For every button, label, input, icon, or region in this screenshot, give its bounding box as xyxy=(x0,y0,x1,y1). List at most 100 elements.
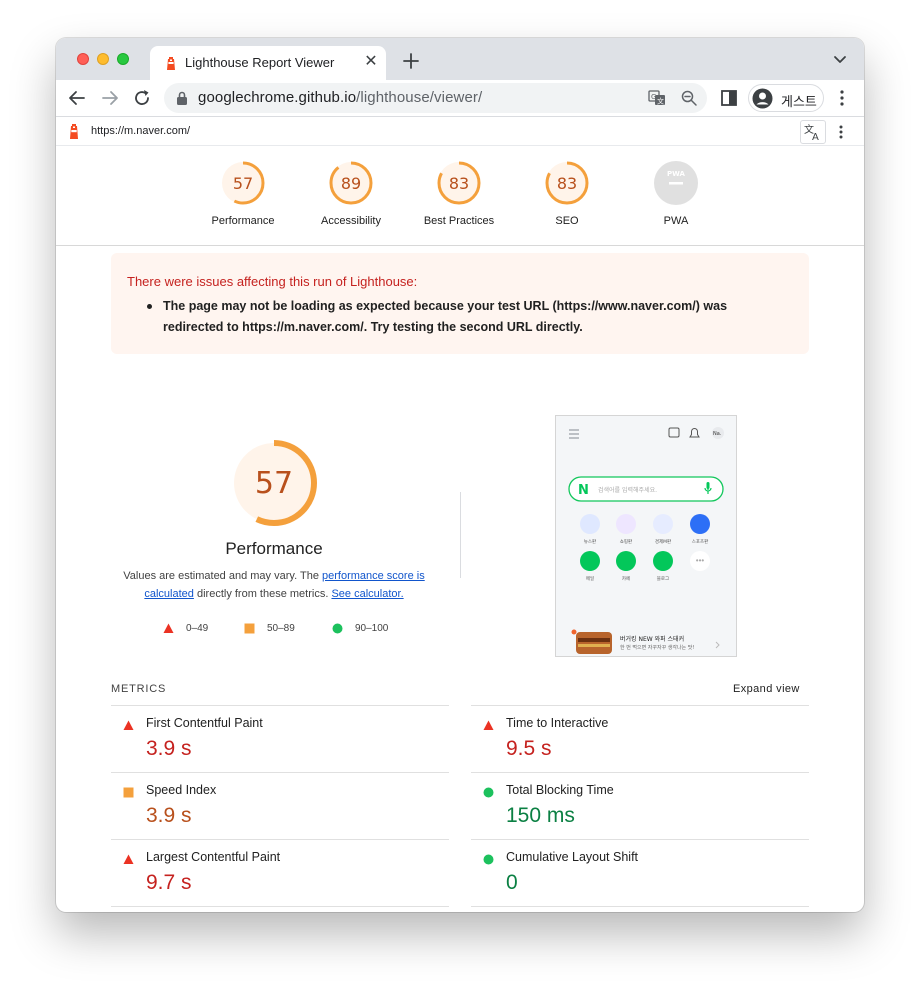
legend-average-label: 50–89 xyxy=(267,623,295,634)
metrics-heading: METRICS xyxy=(111,683,167,695)
svg-text:文: 文 xyxy=(657,97,664,106)
shortcut-label: 쇼핑판 xyxy=(620,538,632,545)
metric-cumulative-layout-shift: Cumulative Layout Shift 0 xyxy=(471,839,809,906)
metric-value: 9.7 s xyxy=(146,871,192,894)
metric-total-blocking-time: Total Blocking Time 150 ms xyxy=(471,772,809,839)
metric-speed-index: Speed Index 3.9 s xyxy=(111,772,449,839)
report-menu-icon[interactable] xyxy=(837,124,845,140)
gauge-label: PWA xyxy=(663,215,689,227)
translate-page-icon[interactable]: G 文 xyxy=(648,89,666,107)
performance-gauge: 57 xyxy=(231,440,317,526)
shortcut-icon xyxy=(653,551,673,571)
metric-name: Total Blocking Time xyxy=(506,783,614,797)
shortcut-icon xyxy=(616,514,636,534)
translate-icon: 文 A xyxy=(804,123,819,143)
gauge-label: Best Practices xyxy=(423,215,495,227)
metric-value: 0 xyxy=(506,871,518,894)
window-maximize-button[interactable] xyxy=(117,53,129,65)
browser-toolbar: googlechrome.github.io/lighthouse/viewer… xyxy=(56,80,864,116)
legend-fail: 0–49 xyxy=(163,622,243,636)
gauge-ring: 57 xyxy=(221,161,265,205)
zoom-icon[interactable] xyxy=(680,89,698,107)
performance-description: Values are estimated and may vary. The p… xyxy=(118,567,430,603)
gauge-score: 57 xyxy=(233,174,253,193)
lock-icon[interactable] xyxy=(176,91,188,105)
run-warning: There were issues affecting this run of … xyxy=(111,253,809,354)
gauge-score: 89 xyxy=(341,174,361,193)
url-path: /lighthouse/viewer/ xyxy=(356,89,483,106)
address-bar[interactable]: googlechrome.github.io/lighthouse/viewer… xyxy=(164,83,707,113)
fail-triangle-icon xyxy=(483,720,494,730)
metric-name: First Contentful Paint xyxy=(146,716,263,730)
svg-text:한 번 먹으면 자꾸자꾸 생각나는 맛!: 한 번 먹으면 자꾸자꾸 생각나는 맛! xyxy=(620,644,694,651)
gauge-best-practices[interactable]: 83 Best Practices xyxy=(404,159,514,239)
gauge-label: SEO xyxy=(555,215,579,227)
forward-arrow-icon[interactable] xyxy=(98,86,122,110)
fail-triangle-icon xyxy=(123,720,134,730)
tab-lighthouse-viewer[interactable]: Lighthouse Report Viewer ✕ xyxy=(150,46,386,80)
legend-fail-label: 0–49 xyxy=(186,623,209,634)
tab-strip: Lighthouse Report Viewer ✕ xyxy=(56,38,864,80)
shortcut-label: 블로그 xyxy=(657,575,669,582)
pass-circle-icon xyxy=(332,623,343,634)
metrics-bottom-border xyxy=(111,906,449,907)
guest-avatar-icon xyxy=(752,88,773,109)
gauge-ring: 83 xyxy=(437,161,481,205)
tab-close-icon[interactable]: ✕ xyxy=(362,52,380,72)
warning-bullet xyxy=(147,304,152,309)
profile-name: 게스트 xyxy=(781,94,817,109)
translate-button[interactable]: 文 A xyxy=(800,120,826,144)
metric-name: Speed Index xyxy=(146,783,217,797)
expand-view-button[interactable]: Expand view xyxy=(733,683,800,695)
shortcut-icon xyxy=(690,514,710,534)
performance-title: Performance xyxy=(225,539,323,558)
final-screenshot[interactable]: Na. N 검색어를 입력해주세요. 뉴스판 쇼핑판 경제M판 스포츠판 메일 카페 블로그… xyxy=(555,415,737,657)
side-panel-icon[interactable] xyxy=(719,88,739,108)
window-minimize-button[interactable] xyxy=(97,53,109,65)
gauge-ring: 83 xyxy=(545,161,589,205)
warning-title: There were issues affecting this run of … xyxy=(127,274,418,289)
tab-title: Lighthouse Report Viewer xyxy=(185,55,335,70)
gauge-pwa[interactable]: PWA PWA xyxy=(621,159,731,239)
shortcut-icon xyxy=(580,514,600,534)
url-text[interactable]: googlechrome.github.io/lighthouse/viewer… xyxy=(198,89,482,106)
back-arrow-icon[interactable] xyxy=(65,86,89,110)
metric-name: Cumulative Layout Shift xyxy=(506,850,639,864)
shortcut-label: 스포츠판 xyxy=(692,538,709,545)
svg-text:A: A xyxy=(812,132,819,143)
metric-first-contentful-paint: First Contentful Paint 3.9 s xyxy=(111,705,449,772)
pass-circle-icon xyxy=(483,787,494,798)
metrics-bottom-border xyxy=(471,906,809,907)
shortcut-label: 뉴스판 xyxy=(584,538,596,545)
average-square-icon xyxy=(244,623,255,634)
svg-text:검색어를 입력해주세요.: 검색어를 입력해주세요. xyxy=(598,486,657,494)
fail-triangle-icon xyxy=(163,623,174,633)
gauge-performance[interactable]: 57 Performance xyxy=(188,159,298,239)
gauge-seo[interactable]: 83 SEO xyxy=(512,159,622,239)
svg-text:G: G xyxy=(651,93,656,101)
pass-circle-icon xyxy=(483,854,494,865)
gauge-score: 83 xyxy=(449,174,469,193)
see-calculator-link[interactable]: See calculator. xyxy=(331,588,403,600)
legend-average: 50–89 xyxy=(244,622,324,636)
tab-search-chevron-icon[interactable] xyxy=(832,52,848,66)
pwa-badge-text: PWA xyxy=(667,170,686,178)
pwa-badge-icon: PWA xyxy=(654,161,698,205)
profile-button[interactable]: 게스트 xyxy=(748,84,824,112)
window-close-button[interactable] xyxy=(77,53,89,65)
svg-text:N: N xyxy=(578,483,589,498)
metric-value: 9.5 s xyxy=(506,737,552,760)
metric-value: 3.9 s xyxy=(146,804,192,827)
shortcut-label: 메일 xyxy=(586,575,594,582)
gauge-ring: 89 xyxy=(329,161,373,205)
performance-score: 57 xyxy=(255,466,293,501)
reload-icon[interactable] xyxy=(130,86,154,110)
legend-pass-label: 90–100 xyxy=(355,623,389,634)
average-square-icon xyxy=(123,787,134,798)
browser-menu-icon[interactable] xyxy=(832,88,852,108)
gauge-label: Accessibility xyxy=(321,215,381,227)
shortcut-label: 카페 xyxy=(622,575,630,582)
gauge-accessibility[interactable]: 89 Accessibility xyxy=(296,159,406,239)
score-gauges: 57 Performance 89 Accessibility 83 Best … xyxy=(56,146,864,246)
new-tab-icon[interactable] xyxy=(400,50,422,72)
